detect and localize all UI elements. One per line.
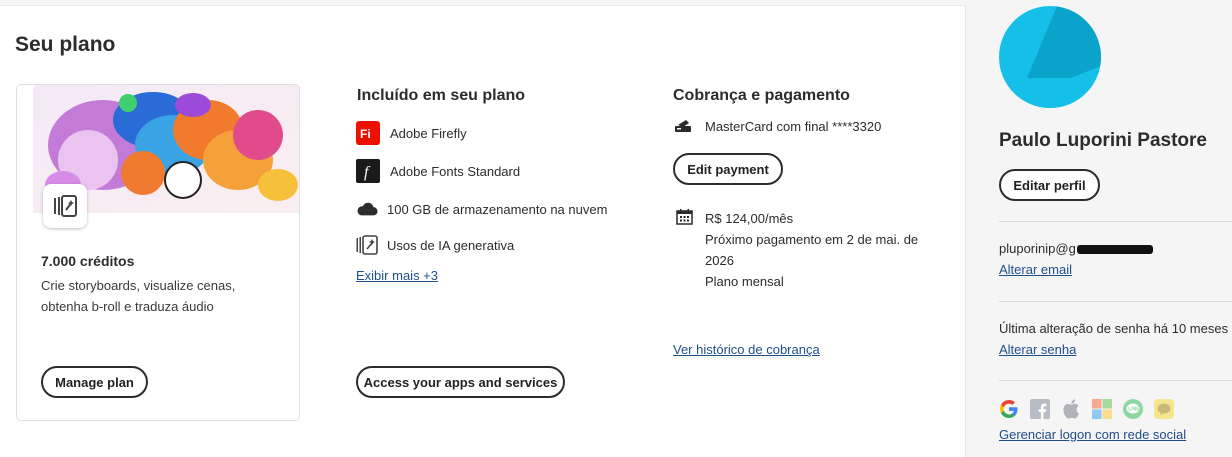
edit-profile-button[interactable]: Editar perfil [999, 169, 1100, 201]
divider [999, 301, 1232, 302]
price-text: R$ 124,00/mês [705, 211, 794, 226]
next-payment-year: 2026 [705, 253, 734, 268]
password-status: Última alteração de senha há 10 meses [999, 321, 1229, 336]
credit-card-icon [674, 117, 696, 135]
generative-ai-icon [356, 233, 378, 257]
social-logins: LINE [999, 399, 1174, 419]
included-item-fonts: f Adobe Fonts Standard [356, 159, 520, 183]
included-item-label: Usos de IA generativa [387, 237, 515, 253]
included-item-label: 100 GB de armazenamento na nuvem [387, 201, 608, 217]
facebook-icon[interactable] [1030, 399, 1050, 419]
next-payment-text: Próximo pagamento em 2 de mai. de [705, 232, 919, 247]
apple-icon[interactable] [1061, 399, 1081, 419]
included-item-label: Adobe Fonts Standard [390, 163, 521, 179]
show-more-link[interactable]: Exibir mais +3 [356, 268, 438, 283]
kakaotalk-icon[interactable] [1154, 399, 1174, 419]
redaction [1076, 245, 1153, 255]
divider [999, 221, 1232, 222]
line-icon[interactable]: LINE [1123, 399, 1143, 419]
avatar[interactable] [999, 6, 1101, 108]
included-item-firefly: Fi Adobe Firefly [356, 121, 467, 145]
page-title: Seu plano [15, 33, 116, 56]
calendar-icon [676, 209, 694, 226]
edit-payment-button[interactable]: Edit payment [673, 153, 783, 185]
svg-text:LINE: LINE [1128, 407, 1140, 413]
microsoft-icon[interactable] [1092, 399, 1112, 419]
plan-credits: 7.000 créditos [41, 253, 135, 269]
included-item-generative-ai: Usos de IA generativa [356, 233, 514, 257]
divider [999, 380, 1232, 381]
included-item-storage: 100 GB de armazenamento na nuvem [356, 197, 607, 221]
cloud-icon [356, 197, 378, 221]
billing-details: R$ 124,00/mês Próximo pagamento em 2 de … [705, 208, 935, 292]
change-email-link[interactable]: Alterar email [999, 262, 1072, 277]
plan-type-text: Plano mensal [705, 274, 784, 289]
svg-text:Fi: Fi [360, 127, 371, 141]
included-item-label: Adobe Firefly [390, 125, 467, 141]
adobe-fonts-icon: f [356, 159, 380, 183]
google-icon[interactable] [999, 399, 1019, 419]
plan-description: Crie storyboards, visualize cenas, obten… [41, 278, 236, 314]
manage-plan-button[interactable]: Manage plan [41, 366, 148, 398]
generative-credits-icon [43, 184, 87, 228]
user-name: Paulo Luporini Pastore [999, 130, 1207, 151]
payment-method: MasterCard com final ****3320 [674, 117, 881, 135]
access-apps-button[interactable]: Access your apps and services [356, 366, 565, 398]
change-password-link[interactable]: Alterar senha [999, 342, 1076, 357]
card-text: MasterCard com final ****3320 [705, 118, 882, 134]
firefly-icon: Fi [356, 121, 380, 145]
billing-title: Cobrança e pagamento [673, 87, 850, 104]
included-title: Incluído em seu plano [357, 87, 526, 104]
manage-social-login-link[interactable]: Gerenciar logon com rede social [999, 427, 1186, 442]
email-text: pluporinip@g [999, 241, 1153, 256]
billing-history-link[interactable]: Ver histórico de cobrança [673, 342, 820, 357]
